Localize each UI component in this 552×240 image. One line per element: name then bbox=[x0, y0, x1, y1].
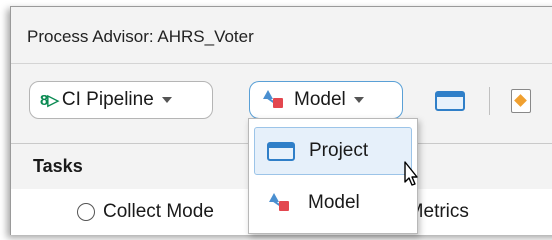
menu-item-model[interactable]: Model bbox=[254, 179, 412, 227]
divider bbox=[11, 63, 552, 64]
scope-dropdown-menu: Project Model bbox=[248, 118, 418, 234]
chevron-down-icon bbox=[353, 97, 364, 103]
menu-item-label: Model bbox=[308, 192, 360, 213]
mouse-cursor-icon bbox=[404, 161, 418, 186]
model-label: Model bbox=[294, 89, 346, 110]
model-icon bbox=[262, 89, 286, 111]
project-icon[interactable] bbox=[435, 91, 465, 111]
ci-pipeline-icon: 8▷ bbox=[40, 92, 59, 109]
menu-item-label: Project bbox=[309, 140, 369, 161]
task-label-left: Collect Mode bbox=[103, 201, 214, 222]
chevron-down-icon bbox=[161, 97, 172, 103]
model-icon bbox=[268, 192, 292, 214]
window-title: Process Advisor: AHRS_Voter bbox=[27, 27, 254, 46]
project-icon bbox=[267, 141, 295, 161]
task-status-radio[interactable] bbox=[77, 203, 95, 221]
tasks-column-header: Tasks bbox=[33, 156, 83, 176]
ci-pipeline-label: CI Pipeline bbox=[61, 89, 154, 110]
toolbar-separator bbox=[489, 87, 490, 115]
menu-item-project[interactable]: Project bbox=[254, 127, 412, 175]
model-scope-button[interactable]: Model bbox=[249, 81, 403, 119]
ci-pipeline-button[interactable]: 8▷ CI Pipeline bbox=[29, 81, 213, 119]
document-icon[interactable] bbox=[511, 89, 531, 113]
